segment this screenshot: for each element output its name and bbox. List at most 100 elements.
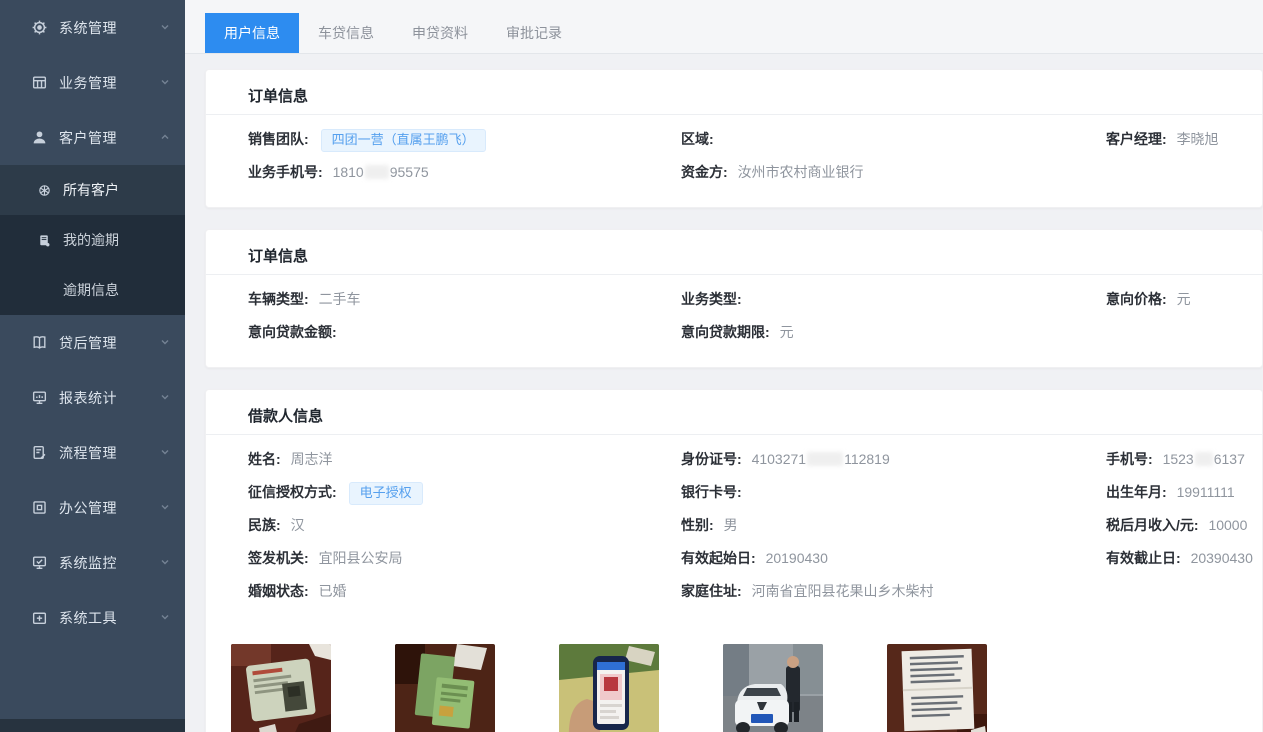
sidebar-item-system-monitor[interactable]: 系统监控 bbox=[0, 535, 185, 590]
field-value: 周志洋 bbox=[291, 451, 333, 467]
field-label: 客户经理: bbox=[1106, 131, 1167, 147]
sidebar-item-label: 逾期信息 bbox=[63, 280, 119, 300]
card-list: 订单信息 销售团队: 四团一营（直属王鹏飞） 区域: 客户经理: 李晓旭 bbox=[185, 54, 1263, 732]
photo-id-card-portrait[interactable] bbox=[231, 644, 331, 732]
sidebar-item-label: 我的逾期 bbox=[63, 230, 119, 250]
field-region: 区域: bbox=[681, 129, 1106, 150]
photo-handwritten-document[interactable] bbox=[887, 644, 987, 732]
book-icon bbox=[31, 334, 48, 351]
field-label: 业务类型: bbox=[681, 291, 742, 307]
field-value: 4103271112819 bbox=[752, 451, 890, 467]
chevron-down-icon bbox=[159, 500, 171, 516]
sidebar-item-system-mgmt[interactable]: 系统管理 bbox=[0, 0, 185, 55]
sidebar-item-postloan-mgmt[interactable]: 贷后管理 bbox=[0, 315, 185, 370]
field-intent-loan-term: 意向贷款期限: 元 bbox=[681, 322, 1106, 343]
field-issuing-authority: 签发机关: 宜阳县公安局 bbox=[248, 548, 681, 569]
redaction-blur bbox=[1195, 452, 1213, 466]
field-intent-price: 意向价格: 元 bbox=[1106, 289, 1262, 310]
field-value: 10000 bbox=[1208, 517, 1247, 533]
sidebar-item-label: 系统工具 bbox=[59, 608, 117, 628]
field-value: 男 bbox=[724, 517, 738, 533]
field-value: 李晓旭 bbox=[1177, 131, 1219, 147]
field-label: 性别: bbox=[681, 517, 714, 533]
sidebar-item-business-mgmt[interactable]: 业务管理 bbox=[0, 55, 185, 110]
field-value: 元 bbox=[780, 324, 794, 340]
sidebar-item-label: 系统管理 bbox=[59, 18, 117, 38]
sidebar-item-label: 系统监控 bbox=[59, 553, 117, 573]
field-label: 有效截止日: bbox=[1106, 550, 1181, 566]
sidebar-item-office-mgmt[interactable]: 办公管理 bbox=[0, 480, 185, 535]
field-value: 15236137 bbox=[1163, 451, 1245, 467]
gear-icon bbox=[31, 19, 48, 36]
field-intent-loan-amount: 意向贷款金额: bbox=[248, 322, 681, 343]
field-business-type: 业务类型: bbox=[681, 289, 1106, 310]
grid-icon bbox=[31, 74, 48, 91]
tools-icon bbox=[31, 609, 48, 626]
field-value: 汝州市农村商业银行 bbox=[738, 164, 864, 180]
sidebar-item-overdue-info[interactable]: 逾期信息 bbox=[0, 265, 185, 315]
field-value: 20190430 bbox=[766, 550, 828, 566]
chevron-down-icon bbox=[159, 335, 171, 351]
field-label: 签发机关: bbox=[248, 550, 309, 566]
sidebar-item-label: 报表统计 bbox=[59, 388, 117, 408]
field-mobile: 手机号: 15236137 bbox=[1106, 449, 1262, 470]
sidebar-item-report-stats[interactable]: 报表统计 bbox=[0, 370, 185, 425]
sidebar-item-process-mgmt[interactable]: 流程管理 bbox=[0, 425, 185, 480]
tab-loan-application-docs[interactable]: 申贷资料 bbox=[393, 13, 487, 53]
field-value: 19911111 bbox=[1177, 484, 1235, 500]
sidebar-item-label: 贷后管理 bbox=[59, 333, 117, 353]
field-label: 车辆类型: bbox=[248, 291, 309, 307]
chevron-down-icon bbox=[159, 20, 171, 36]
chevron-down-icon bbox=[159, 555, 171, 571]
field-label: 征信授权方式: bbox=[248, 484, 337, 500]
field-value: 181095575 bbox=[333, 164, 429, 180]
tab-approval-records[interactable]: 审批记录 bbox=[487, 13, 581, 53]
field-label: 民族: bbox=[248, 517, 281, 533]
sidebar: 系统管理 业务管理 客户管理 所有客户 bbox=[0, 0, 185, 732]
field-birth-date: 出生年月: 19911111 bbox=[1106, 482, 1262, 503]
field-bank-card: 银行卡号: bbox=[681, 482, 1106, 503]
field-label: 银行卡号: bbox=[681, 484, 742, 500]
tab-car-loan-info[interactable]: 车贷信息 bbox=[299, 13, 393, 53]
tab-user-info[interactable]: 用户信息 bbox=[205, 13, 299, 53]
field-label: 婚姻状态: bbox=[248, 583, 309, 599]
field-label: 身份证号: bbox=[681, 451, 742, 467]
sidebar-item-all-customers[interactable]: 所有客户 bbox=[0, 165, 185, 215]
sidebar-item-customer-mgmt[interactable]: 客户管理 bbox=[0, 110, 185, 165]
field-name: 姓名: 周志洋 bbox=[248, 449, 681, 470]
office-icon bbox=[31, 499, 48, 516]
card-title: 订单信息 bbox=[206, 70, 1262, 114]
field-funder: 资金方: 汝州市农村商业银行 bbox=[681, 162, 1106, 183]
e-auth-badge[interactable]: 电子授权 bbox=[349, 482, 423, 505]
photo-person-with-car[interactable] bbox=[723, 644, 823, 732]
field-label: 意向贷款金额: bbox=[248, 324, 337, 340]
chevron-down-icon bbox=[159, 445, 171, 461]
sidebar-item-system-tools[interactable]: 系统工具 bbox=[0, 590, 185, 645]
notebook-icon bbox=[36, 232, 53, 249]
sidebar-item-label: 流程管理 bbox=[59, 443, 117, 463]
tab-bar: 用户信息 车贷信息 申贷资料 审批记录 bbox=[185, 0, 1263, 54]
field-label: 区域: bbox=[681, 131, 714, 147]
photo-thumbnails bbox=[206, 644, 1262, 732]
photo-credit-auth-phone[interactable] bbox=[559, 644, 659, 732]
sidebar-collapse-bar[interactable] bbox=[0, 719, 185, 732]
field-valid-from: 有效起始日: 20190430 bbox=[681, 548, 1106, 569]
field-label: 意向贷款期限: bbox=[681, 324, 770, 340]
field-account-manager: 客户经理: 李晓旭 bbox=[1106, 129, 1262, 150]
field-value: 已婚 bbox=[319, 583, 347, 599]
card-title: 订单信息 bbox=[206, 230, 1262, 274]
photo-vehicle-license[interactable] bbox=[395, 644, 495, 732]
field-valid-until: 有效截止日: 20390430 bbox=[1106, 548, 1262, 569]
field-value: 二手车 bbox=[319, 291, 361, 307]
field-label: 有效起始日: bbox=[681, 550, 756, 566]
chevron-up-icon bbox=[159, 130, 171, 146]
field-label: 意向价格: bbox=[1106, 291, 1167, 307]
sales-team-badge[interactable]: 四团一营（直属王鹏飞） bbox=[321, 129, 486, 152]
field-label: 税后月收入/元: bbox=[1106, 517, 1199, 533]
user-icon bbox=[31, 129, 48, 146]
monitor-check-icon bbox=[31, 554, 48, 571]
field-sales-team: 销售团队: 四团一营（直属王鹏飞） bbox=[248, 129, 681, 150]
sidebar-item-my-overdue[interactable]: 我的逾期 bbox=[0, 215, 185, 265]
redaction-blur bbox=[365, 165, 389, 179]
sidebar-item-label: 业务管理 bbox=[59, 73, 117, 93]
